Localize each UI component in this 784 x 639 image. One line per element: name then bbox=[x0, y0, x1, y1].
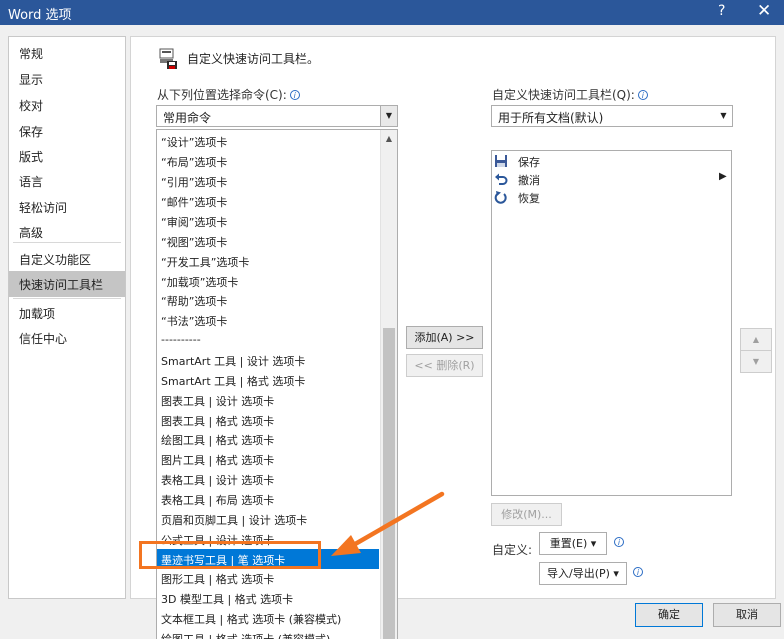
nav-item-language[interactable]: 语言 bbox=[9, 168, 125, 194]
list-item[interactable]: “布局”选项卡 bbox=[157, 151, 379, 171]
choose-commands-label-text: 从下列位置选择命令(C): bbox=[157, 88, 287, 102]
chevron-down-icon: ▼ bbox=[380, 106, 397, 126]
choose-commands-value: 常用命令 bbox=[163, 111, 212, 125]
undo-icon bbox=[495, 173, 508, 185]
list-item[interactable]: “设计”选项卡 bbox=[157, 131, 379, 151]
command-list-scrollbar[interactable]: ▲ bbox=[380, 130, 397, 639]
list-item[interactable]: 绘图工具 | 格式 选项卡 bbox=[157, 429, 379, 449]
list-item[interactable]: “帮助”选项卡 bbox=[157, 290, 379, 310]
info-icon[interactable]: i bbox=[614, 537, 624, 547]
modify-button[interactable]: 修改(M)... bbox=[491, 503, 562, 526]
options-dialog: 常规 显示 校对 保存 版式 语言 轻松访问 高级 自定义功能区 快速访问工具栏… bbox=[0, 25, 784, 639]
qat-scope-value: 用于所有文档(默认) bbox=[498, 111, 604, 125]
qat-item-label: 恢复 bbox=[518, 192, 540, 205]
add-button[interactable]: 添加(A) >> bbox=[406, 326, 483, 349]
list-item[interactable]: SmartArt 工具 | 格式 选项卡 bbox=[157, 370, 379, 390]
choose-commands-dropdown[interactable]: 常用命令 ▼ bbox=[156, 105, 398, 127]
nav-item-customize-ribbon[interactable]: 自定义功能区 bbox=[9, 246, 125, 272]
nav-item-accessibility[interactable]: 轻松访问 bbox=[9, 194, 125, 220]
customize-label: 自定义: bbox=[492, 543, 533, 557]
nav-item-quick-access-toolbar[interactable]: 快速访问工具栏 bbox=[9, 271, 125, 297]
reset-button[interactable]: 重置(E) ▾ bbox=[539, 532, 607, 555]
qat-settings-panel: 自定义快速访问工具栏。 从下列位置选择命令(C): i 常用命令 ▼ 自定义快速访… bbox=[130, 36, 776, 639]
nav-item-trust-center[interactable]: 信任中心 bbox=[9, 325, 125, 351]
info-icon[interactable]: i bbox=[637, 90, 648, 100]
list-separator: ---------- bbox=[161, 333, 201, 346]
remove-button[interactable]: << 删除(R) bbox=[406, 354, 483, 377]
import-export-button[interactable]: 导入/导出(P) ▾ bbox=[539, 562, 627, 585]
list-item[interactable]: 绘图工具 | 格式 选项卡 (兼容模式) bbox=[157, 628, 379, 639]
nav-item-save[interactable]: 保存 bbox=[9, 118, 125, 144]
move-down-button[interactable]: ▼ bbox=[740, 350, 772, 373]
title-bar: Word 选项 ? ✕ bbox=[0, 0, 784, 25]
list-item[interactable]: “开发工具”选项卡 bbox=[157, 251, 379, 271]
close-button[interactable]: ✕ bbox=[757, 1, 771, 21]
qat-item-label: 撤消 bbox=[518, 174, 540, 187]
list-item[interactable]: “书法”选项卡 bbox=[157, 310, 379, 330]
info-icon[interactable]: i bbox=[633, 567, 643, 577]
nav-divider bbox=[13, 298, 121, 299]
list-item[interactable]: 图表工具 | 设计 选项卡 bbox=[157, 390, 379, 410]
chevron-right-icon[interactable]: ▶ bbox=[719, 171, 727, 182]
chevron-down-icon: ▼ bbox=[715, 106, 732, 126]
qat-scope-dropdown[interactable]: 用于所有文档(默认) ▼ bbox=[491, 105, 733, 127]
nav-item-display[interactable]: 显示 bbox=[9, 66, 125, 92]
list-item[interactable]: 文本框工具 | 格式 选项卡 (兼容模式) bbox=[157, 608, 379, 628]
qat-item-label: 保存 bbox=[518, 156, 540, 169]
list-item[interactable]: 表格工具 | 布局 选项卡 bbox=[157, 489, 379, 509]
nav-item-general[interactable]: 常规 bbox=[9, 40, 125, 66]
scroll-up-icon[interactable]: ▲ bbox=[381, 130, 397, 147]
window-title: Word 选项 bbox=[8, 8, 72, 23]
list-item[interactable]: “视图”选项卡 bbox=[157, 231, 379, 251]
list-item[interactable]: “审阅”选项卡 bbox=[157, 211, 379, 231]
quick-access-toolbar-icon bbox=[159, 48, 177, 69]
annotation-highlight-box bbox=[139, 541, 321, 569]
nav-item-addins[interactable]: 加载项 bbox=[9, 300, 125, 326]
list-item[interactable]: 撤消 ▶ bbox=[494, 171, 730, 189]
choose-commands-label: 从下列位置选择命令(C): i bbox=[157, 86, 300, 103]
move-up-button[interactable]: ▲ bbox=[740, 328, 772, 351]
qat-scope-label-text: 自定义快速访问工具栏(Q): bbox=[492, 88, 635, 102]
list-item[interactable]: 图形工具 | 格式 选项卡 bbox=[157, 568, 379, 588]
list-item[interactable]: 保存 bbox=[494, 153, 730, 171]
nav-item-layout[interactable]: 版式 bbox=[9, 143, 125, 169]
nav-divider bbox=[13, 242, 121, 243]
nav-item-proofing[interactable]: 校对 bbox=[9, 92, 125, 118]
page-heading: 自定义快速访问工具栏。 bbox=[187, 52, 320, 66]
scrollbar-thumb[interactable] bbox=[383, 328, 395, 639]
list-item[interactable]: 图片工具 | 格式 选项卡 bbox=[157, 449, 379, 469]
qat-scope-label: 自定义快速访问工具栏(Q): i bbox=[492, 86, 648, 103]
save-icon bbox=[495, 155, 507, 167]
help-button[interactable]: ? bbox=[718, 3, 725, 19]
list-item[interactable]: “引用”选项卡 bbox=[157, 171, 379, 191]
qat-command-list[interactable]: 保存 撤消 ▶ 恢复 bbox=[491, 150, 732, 496]
ok-button[interactable]: 确定 bbox=[635, 603, 703, 627]
list-item[interactable]: 表格工具 | 设计 选项卡 bbox=[157, 469, 379, 489]
list-item[interactable]: 3D 模型工具 | 格式 选项卡 bbox=[157, 588, 379, 608]
list-item[interactable]: “加载项”选项卡 bbox=[157, 271, 379, 291]
info-icon[interactable]: i bbox=[289, 90, 300, 100]
options-nav: 常规 显示 校对 保存 版式 语言 轻松访问 高级 自定义功能区 快速访问工具栏… bbox=[8, 36, 126, 599]
list-item[interactable]: 页眉和页脚工具 | 设计 选项卡 bbox=[157, 509, 379, 529]
list-item[interactable]: “邮件”选项卡 bbox=[157, 191, 379, 211]
list-item[interactable]: 图表工具 | 格式 选项卡 bbox=[157, 410, 379, 430]
move-up-icon: ▲ bbox=[752, 335, 760, 344]
cancel-button[interactable]: 取消 bbox=[713, 603, 781, 627]
move-down-icon: ▼ bbox=[752, 357, 760, 366]
list-item[interactable]: SmartArt 工具 | 设计 选项卡 bbox=[157, 350, 379, 370]
list-item[interactable]: 恢复 bbox=[494, 189, 730, 207]
redo-icon bbox=[494, 191, 507, 204]
